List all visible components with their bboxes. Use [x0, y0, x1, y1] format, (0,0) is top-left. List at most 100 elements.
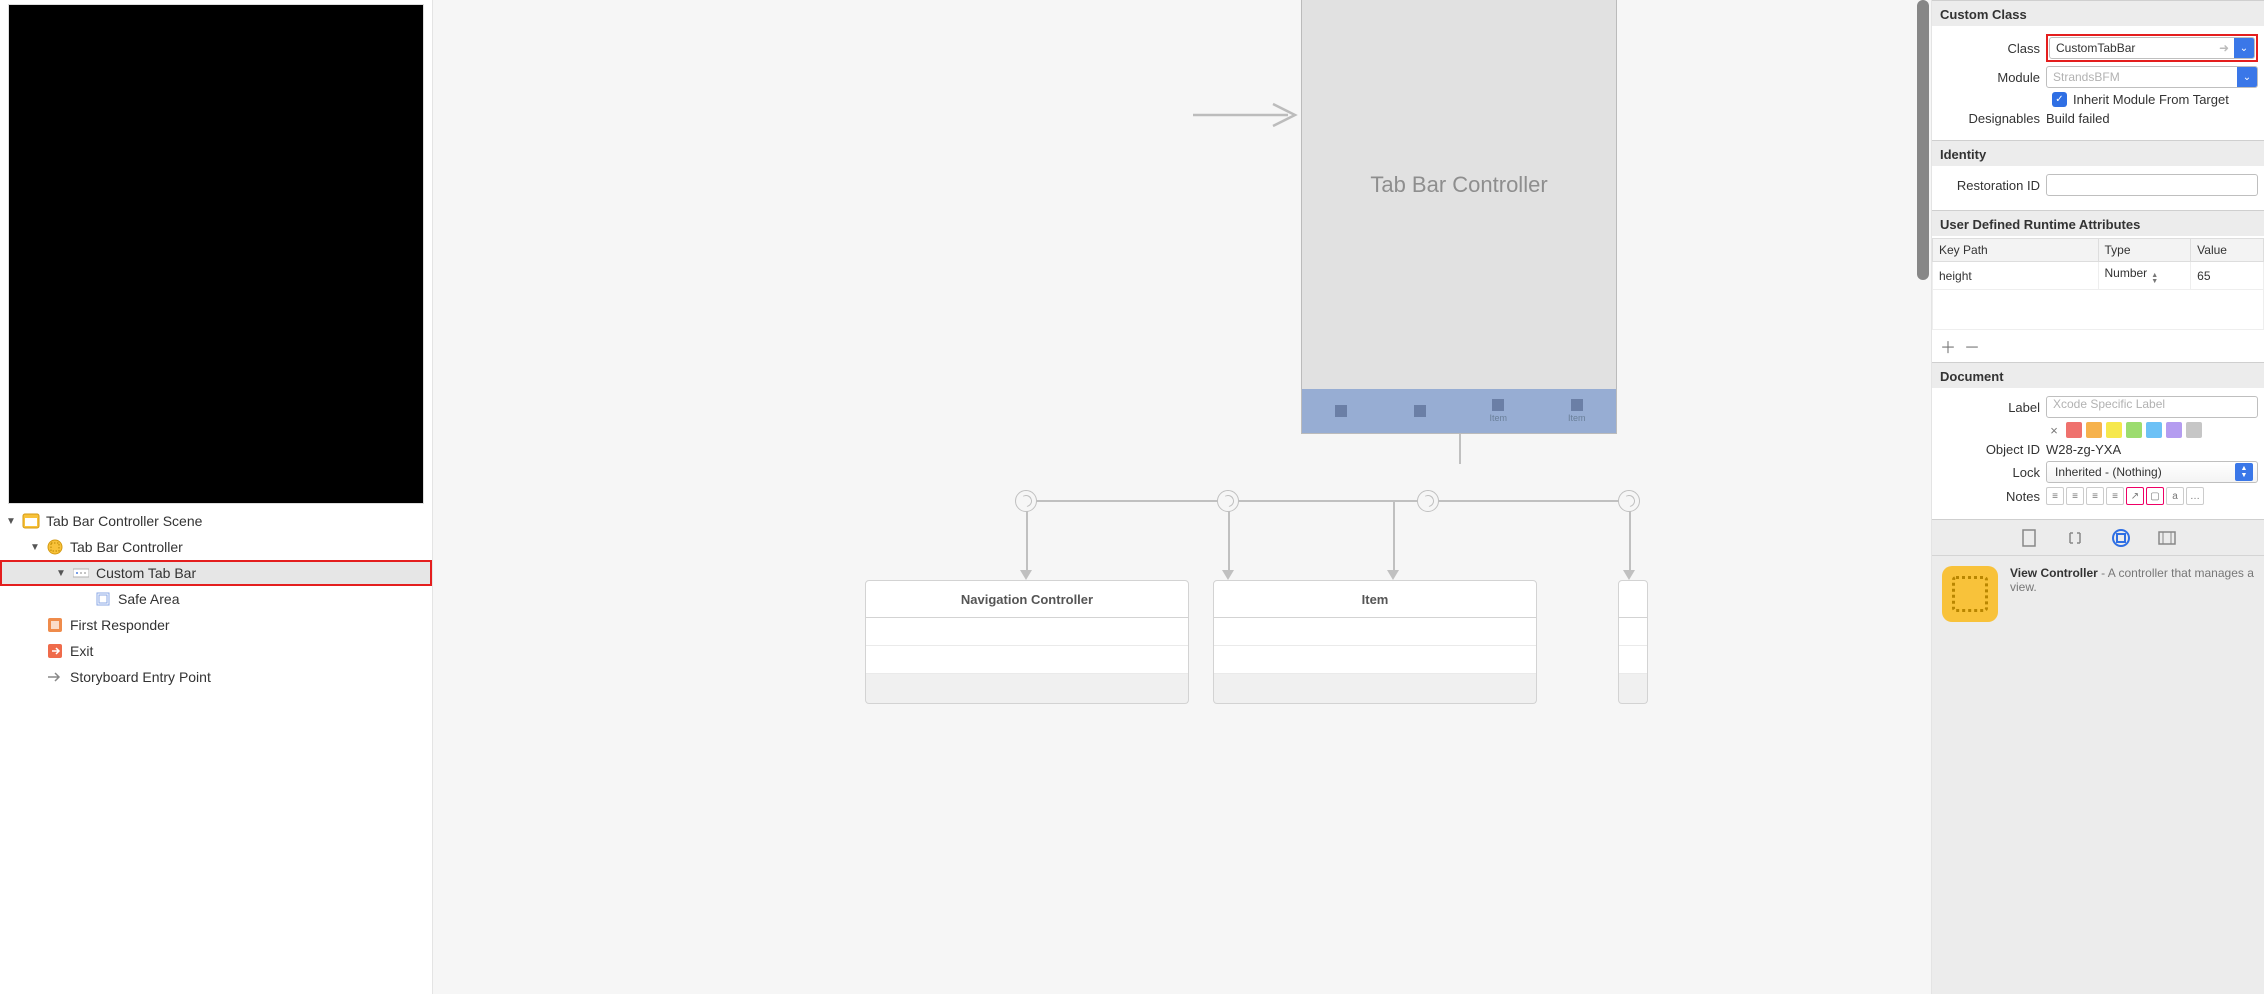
entry-arrow-icon: [1193, 100, 1303, 130]
align-center-icon[interactable]: ≡: [2066, 487, 2084, 505]
interface-builder-canvas[interactable]: Tab Bar Controller Item Item Navigation …: [432, 0, 1932, 994]
outline-label: Exit: [68, 643, 93, 659]
spacer-icon: [28, 670, 42, 684]
outline-tab-bar-controller-row[interactable]: ▼ Tab Bar Controller: [0, 534, 432, 560]
segue-badge-icon[interactable]: [1015, 490, 1037, 512]
chevron-down-icon[interactable]: ⌄: [2237, 67, 2257, 87]
media-library-icon[interactable]: [2156, 527, 2178, 549]
arrowhead-icon: [1222, 570, 1234, 580]
restoration-id-input[interactable]: [2046, 174, 2258, 196]
clear-color-icon[interactable]: ×: [2046, 423, 2062, 438]
link-icon[interactable]: ↗: [2126, 487, 2144, 505]
image-icon[interactable]: ▢: [2146, 487, 2164, 505]
tab-item-2[interactable]: [1381, 405, 1460, 417]
doc-label-input[interactable]: Xcode Specific Label: [2046, 396, 2258, 418]
section-custom-class: Custom Class: [1932, 0, 2264, 26]
color-swatch-purple[interactable]: [2166, 422, 2182, 438]
add-button[interactable]: ＋: [1940, 334, 1956, 358]
attr-type[interactable]: Number: [2105, 266, 2148, 280]
outline-exit-row[interactable]: Exit: [0, 638, 432, 664]
outline-label: Safe Area: [116, 591, 180, 607]
spacer-icon: [28, 644, 42, 658]
outline-entry-point-row[interactable]: Storyboard Entry Point: [0, 664, 432, 690]
outline-custom-tab-bar-row[interactable]: ▼ Custom Tab Bar: [0, 560, 432, 586]
class-label: Class: [1938, 41, 2046, 56]
disclosure-triangle-icon[interactable]: ▼: [4, 514, 18, 528]
disclosure-triangle-icon[interactable]: ▼: [28, 540, 42, 554]
remove-button[interactable]: －: [1964, 334, 1980, 358]
tab-item-icon: [1335, 405, 1347, 417]
segue-badge-icon[interactable]: [1217, 490, 1239, 512]
segue-badge-icon[interactable]: [1618, 490, 1640, 512]
safe-area-icon: [94, 590, 112, 608]
scene-body: Tab Bar Controller: [1302, 0, 1616, 389]
type-stepper-icon[interactable]: ▲▼: [2151, 273, 2158, 285]
color-swatch-green[interactable]: [2126, 422, 2142, 438]
col-key-path: Key Path: [1939, 243, 1988, 257]
module-placeholder: StrandsBFM: [2047, 70, 2237, 84]
section-identity: Identity: [1932, 140, 2264, 166]
notes-label: Notes: [1938, 489, 2046, 504]
class-value[interactable]: CustomTabBar: [2050, 41, 2214, 55]
scrollbar-thumb[interactable]: [1917, 0, 1929, 280]
class-combo[interactable]: CustomTabBar ➜ ⌄: [2049, 37, 2255, 59]
outline-safe-area-row[interactable]: Safe Area: [0, 586, 432, 612]
font-icon[interactable]: a: [2166, 487, 2184, 505]
color-swatch-gray[interactable]: [2186, 422, 2202, 438]
scene-tab-bar-controller[interactable]: Tab Bar Controller Item Item: [1301, 0, 1617, 434]
table-row[interactable]: height Number▲▼ 65: [1933, 262, 2264, 290]
section-runtime-attrs: User Defined Runtime Attributes: [1932, 210, 2264, 236]
module-combo[interactable]: StrandsBFM ⌄: [2046, 66, 2258, 88]
scene-tab-bar[interactable]: Item Item: [1302, 389, 1616, 433]
file-template-icon[interactable]: [2018, 527, 2040, 549]
code-snippet-icon[interactable]: [2064, 527, 2086, 549]
scene-header[interactable]: Item: [1213, 580, 1537, 618]
disclosure-triangle-icon[interactable]: ▼: [54, 566, 68, 580]
outline-label: Storyboard Entry Point: [68, 669, 211, 685]
runtime-attributes-table[interactable]: Key Path Type Value height Number▲▼ 65: [1932, 238, 2264, 330]
align-right-icon[interactable]: ≡: [2086, 487, 2104, 505]
scene-navigation-controller[interactable]: Navigation Controller: [865, 580, 1189, 704]
object-library-icon[interactable]: [2110, 527, 2132, 549]
scene-header[interactable]: Navigation Controller: [865, 580, 1189, 618]
col-value: Value: [2197, 243, 2227, 257]
arrowhead-icon: [1623, 570, 1635, 580]
outline-first-responder-row[interactable]: First Responder: [0, 612, 432, 638]
scrollbar-vertical[interactable]: [1915, 0, 1931, 994]
align-justify-icon[interactable]: ≡: [2106, 487, 2124, 505]
tab-item-label: Item: [1568, 413, 1586, 423]
inherit-module-checkbox[interactable]: ✓: [2052, 92, 2067, 107]
scene-partial[interactable]: [1618, 580, 1648, 704]
chevron-down-icon[interactable]: ⌄: [2234, 38, 2254, 58]
library-item-view-controller[interactable]: View Controller - A controller that mana…: [1932, 555, 2264, 632]
tab-item-4[interactable]: Item: [1538, 399, 1617, 423]
tab-item-3[interactable]: Item: [1459, 399, 1538, 423]
inspector-panel: Custom Class Class CustomTabBar ➜ ⌄ Modu…: [1932, 0, 2264, 994]
attr-value[interactable]: 65: [2197, 269, 2210, 283]
canvas-preview: [8, 4, 424, 504]
attr-key-path[interactable]: height: [1939, 269, 1972, 283]
segue-connector: [1026, 500, 1630, 502]
color-swatch-red[interactable]: [2066, 422, 2082, 438]
color-swatch-blue[interactable]: [2146, 422, 2162, 438]
scene-item[interactable]: Item: [1213, 580, 1537, 704]
tab-item-icon: [1492, 399, 1504, 411]
library-item-desc: View Controller - A controller that mana…: [2010, 566, 2254, 622]
scene-title: Navigation Controller: [961, 592, 1093, 607]
chevron-updown-icon[interactable]: ▲▼: [2235, 463, 2253, 481]
jump-to-definition-icon[interactable]: ➜: [2214, 41, 2234, 55]
more-icon[interactable]: …: [2186, 487, 2204, 505]
color-swatch-yellow[interactable]: [2106, 422, 2122, 438]
lock-label: Lock: [1938, 465, 2046, 480]
color-swatch-orange[interactable]: [2086, 422, 2102, 438]
tab-item-label: Item: [1489, 413, 1507, 423]
tab-item-1[interactable]: [1302, 405, 1381, 417]
document-outline-panel: ▼ Tab Bar Controller Scene ▼ Tab Bar Con…: [0, 0, 432, 994]
segue-connector: [1393, 500, 1395, 575]
scene-title: Tab Bar Controller: [1370, 172, 1547, 198]
lock-select[interactable]: Inherited - (Nothing) ▲▼: [2046, 461, 2258, 483]
outline-scene-row[interactable]: ▼ Tab Bar Controller Scene: [0, 508, 432, 534]
document-outline[interactable]: ▼ Tab Bar Controller Scene ▼ Tab Bar Con…: [0, 508, 432, 994]
align-left-icon[interactable]: ≡: [2046, 487, 2064, 505]
segue-badge-icon[interactable]: [1417, 490, 1439, 512]
